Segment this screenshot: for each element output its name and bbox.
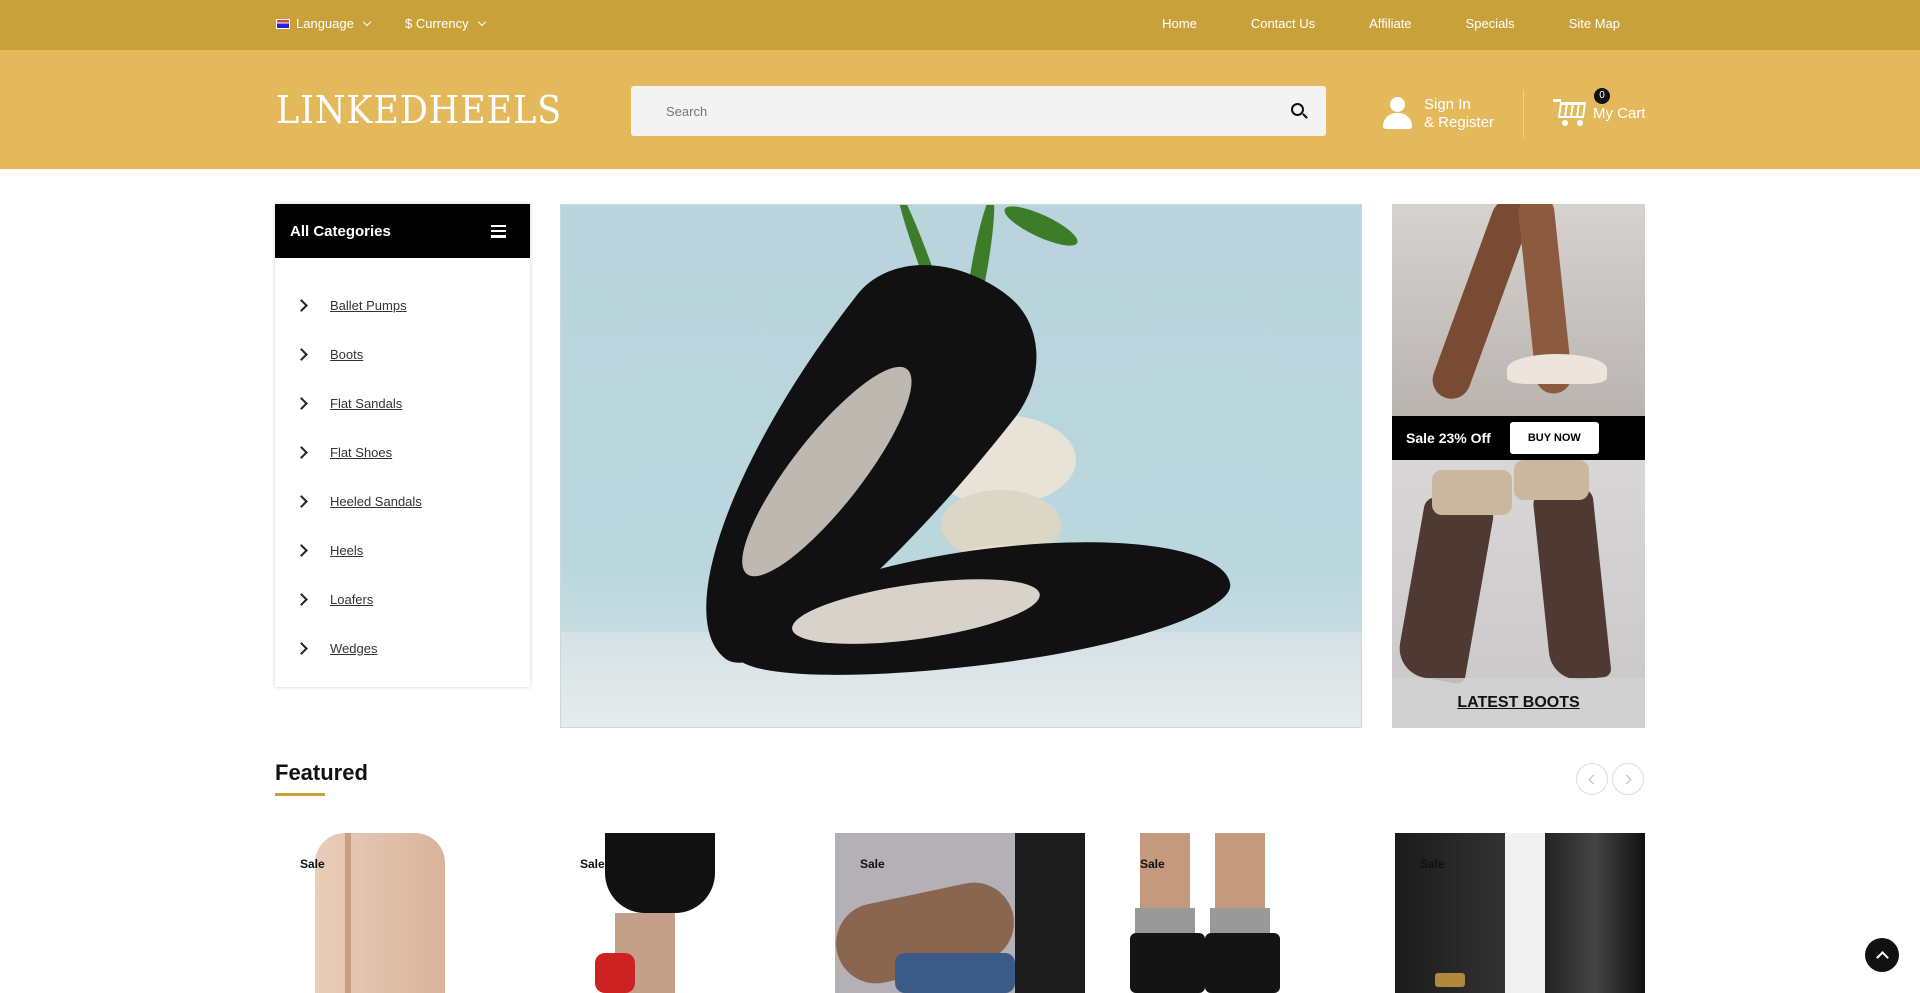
chevron-down-icon [362,17,372,26]
top-nav: Home Contact Us Affiliate Specials Site … [1162,16,1620,31]
category-item[interactable]: Wedges [275,624,530,673]
chevron-right-icon [295,495,308,508]
hero-banner[interactable] [560,204,1362,728]
chevron-right-icon [295,397,308,410]
chevron-right-icon [295,642,308,655]
language-label: Language [296,16,354,31]
category-menu: All Categories Ballet Pumps Boots Flat S… [275,204,530,687]
category-item[interactable]: Loafers [275,575,530,624]
category-menu-header[interactable]: All Categories [275,204,530,258]
site-logo[interactable]: LINKEDHEELS [276,88,562,132]
language-selector[interactable]: Language [276,16,372,31]
search-icon[interactable] [1291,103,1304,116]
register-label[interactable]: & Register [1424,114,1494,132]
carousel-prev-button[interactable] [1576,763,1608,795]
product-card[interactable]: Sale [555,833,805,993]
category-link-boots[interactable]: Boots [330,347,363,362]
sale-badge: Sale [1140,857,1165,871]
product-card[interactable]: Sale [1395,833,1645,993]
sandal-promo-image[interactable] [1392,204,1645,416]
category-item[interactable]: Heels [275,526,530,575]
category-link-heels[interactable]: Heels [330,543,363,558]
nav-link-site-map[interactable]: Site Map [1569,16,1620,31]
sale-badge: Sale [860,857,885,871]
product-card[interactable]: Sale [275,833,525,993]
user-icon [1380,97,1414,131]
menu-icon[interactable] [491,224,506,238]
sale-badge: Sale [1420,857,1445,871]
currency-label: $ Currency [405,16,469,31]
category-list: Ballet Pumps Boots Flat Sandals Flat Sho… [275,258,530,673]
chevron-down-icon [477,17,486,26]
sale-bar: Sale 23% Off BUY NOW [1392,416,1645,460]
category-link-flat-shoes[interactable]: Flat Shoes [330,445,392,460]
site-header: LINKEDHEELS Sign In & Register 0 My Cart [0,50,1920,169]
category-link-ballet-pumps[interactable]: Ballet Pumps [330,298,407,313]
chevron-right-icon [295,299,308,312]
nav-link-contact-us[interactable]: Contact Us [1251,16,1315,31]
category-item[interactable]: Boots [275,330,530,379]
sign-in-label[interactable]: Sign In [1424,96,1494,114]
latest-boots-caption[interactable]: LATEST BOOTS [1392,678,1645,728]
category-link-loafers[interactable]: Loafers [330,592,373,607]
sale-badge: Sale [300,857,325,871]
category-menu-title: All Categories [290,222,391,240]
flag-icon [276,18,290,29]
latest-boots-link[interactable]: LATEST BOOTS [1457,694,1579,712]
category-link-wedges[interactable]: Wedges [330,641,377,656]
chevron-right-icon [295,593,308,606]
account-link[interactable]: Sign In & Register [1380,96,1494,132]
boots-promo-image[interactable]: LATEST BOOTS [1392,460,1645,728]
category-link-flat-sandals[interactable]: Flat Sandals [330,396,402,411]
nav-link-specials[interactable]: Specials [1466,16,1515,31]
buy-now-button[interactable]: BUY NOW [1509,422,1599,454]
cart-icon [1553,96,1587,126]
featured-title: Featured [275,760,368,785]
back-to-top-button[interactable] [1865,938,1899,972]
sale-text: Sale 23% Off [1406,430,1491,446]
carousel-next-button[interactable] [1612,763,1644,795]
category-link-heeled-sandals[interactable]: Heeled Sandals [330,494,422,509]
search-input[interactable] [631,86,1231,136]
category-item[interactable]: Flat Shoes [275,428,530,477]
sale-badge: Sale [580,857,605,871]
chevron-right-icon [295,348,308,361]
chevron-right-icon [295,446,308,459]
currency-selector[interactable]: $ Currency [405,16,486,31]
account-text: Sign In & Register [1424,96,1494,132]
top-bar: Language $ Currency Home Contact Us Affi… [0,0,1920,50]
side-banner: Sale 23% Off BUY NOW LATEST BOOTS [1392,204,1645,728]
cart-label: My Cart [1593,105,1646,122]
category-item[interactable]: Heeled Sandals [275,477,530,526]
category-item[interactable]: Ballet Pumps [275,281,530,330]
product-card[interactable]: Sale [1115,833,1365,993]
cart-link[interactable]: 0 My Cart [1553,88,1646,126]
nav-link-affiliate[interactable]: Affiliate [1369,16,1411,31]
category-item[interactable]: Flat Sandals [275,379,530,428]
cart-count-badge: 0 [1594,88,1610,104]
header-divider [1523,90,1524,138]
chevron-right-icon [295,544,308,557]
product-card[interactable]: Sale [835,833,1085,993]
plant-leaf [1000,205,1082,253]
nav-link-home[interactable]: Home [1162,16,1197,31]
featured-title-underline [275,793,325,796]
search-box [631,86,1326,136]
